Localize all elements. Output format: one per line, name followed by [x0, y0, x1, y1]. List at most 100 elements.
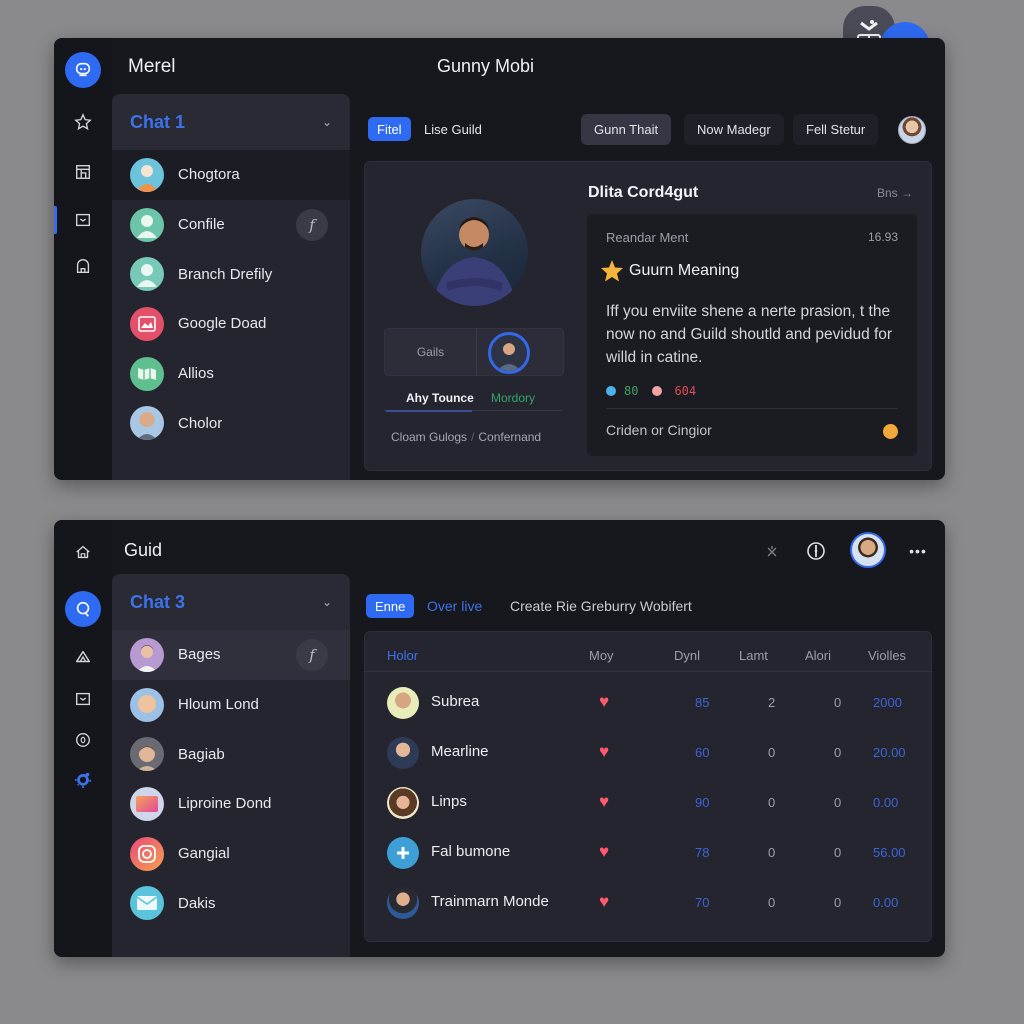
table-row[interactable]: Linps ♥ 90 0 0 0.00: [365, 778, 931, 828]
chat-name: Google Doad: [178, 315, 267, 333]
more-icon[interactable]: •••: [906, 541, 930, 561]
row-avatar: [387, 887, 419, 919]
row-name: Trainmarn Monde: [431, 893, 549, 910]
avatar-person-icon: [130, 157, 164, 192]
table-row[interactable]: Mearline ♥ 60 0 0 20.00: [365, 728, 931, 778]
column-header[interactable]: Lamt: [739, 648, 768, 663]
tab-lise-guild[interactable]: Lise Guild: [424, 122, 482, 137]
cell-alori: 0: [834, 695, 842, 710]
chat-item[interactable]: Dakis: [112, 878, 350, 928]
layout-icon[interactable]: [54, 156, 112, 188]
row-name: Linps: [431, 793, 467, 810]
chat-selector[interactable]: Chat 1 ⌄: [112, 94, 350, 150]
tab-create[interactable]: Create Rie Greburry Wobifert: [510, 598, 692, 614]
sparkle-icon[interactable]: [760, 540, 784, 564]
facebook-icon[interactable]: f: [296, 638, 328, 671]
link-confernand[interactable]: Confernand: [478, 430, 541, 444]
settings-icon[interactable]: [54, 763, 112, 795]
row-name: Mearline: [431, 743, 489, 760]
column-header[interactable]: Holor: [387, 648, 418, 663]
star-icon[interactable]: [54, 106, 112, 138]
chat-item[interactable]: Hloum Lond: [112, 680, 350, 730]
facebook-icon[interactable]: f: [296, 208, 328, 241]
chat-panel: Chat 1 ⌄ Chogtora Confile f Branch Drefi…: [112, 94, 350, 480]
heart-icon[interactable]: ♥: [599, 792, 609, 812]
chat-item[interactable]: Allios: [112, 349, 350, 399]
chat-name: Bagiab: [178, 745, 225, 763]
app-logo-icon[interactable]: [65, 52, 101, 88]
table-row[interactable]: Fal bumone ♥ 78 0 0 56.00: [365, 828, 931, 878]
cell-alori: 0: [834, 795, 842, 810]
row-name: Subrea: [431, 693, 480, 710]
chat-item[interactable]: Chogtora: [112, 150, 350, 200]
tab-active[interactable]: Fitel: [368, 117, 411, 141]
table-header: Holor Moy Dynl Lamt Alori Violles: [365, 632, 931, 672]
chat-title: Chat 3: [130, 591, 186, 612]
app-title: Guid: [124, 540, 163, 560]
header-button-1[interactable]: Gunn Thait: [581, 114, 672, 145]
cell-alori: 0: [834, 745, 842, 760]
chat-name: Bages: [178, 646, 221, 664]
header-button-2[interactable]: Now Madegr: [684, 114, 784, 145]
chat-name: Gangial: [178, 845, 230, 863]
user-avatar[interactable]: [850, 532, 886, 568]
profile-card: Gails Ahy Tounce Mordory Cloam Gulogs / Co…: [364, 161, 932, 471]
call-participant-avatar[interactable]: [488, 332, 530, 374]
chat-name: Dakis: [178, 894, 216, 912]
column-header[interactable]: Violles: [868, 648, 906, 663]
contacts-icon[interactable]: [54, 250, 112, 282]
avatar-person-icon: [130, 207, 164, 242]
group-call-box[interactable]: Gails: [384, 328, 564, 376]
home-icon[interactable]: [54, 536, 112, 568]
chat-item[interactable]: Bagiab: [112, 729, 350, 779]
heart-icon[interactable]: ♥: [599, 692, 609, 712]
heart-icon[interactable]: ♥: [599, 742, 609, 762]
mail-icon: [130, 886, 164, 921]
card-label: Reandar Ment: [606, 230, 689, 245]
cell-dynl: 78: [695, 845, 710, 860]
search-chat-icon[interactable]: [65, 591, 101, 627]
chat-name: Chogtora: [178, 166, 240, 184]
chat-selector[interactable]: Chat 3 ⌄: [112, 574, 350, 630]
chat-item[interactable]: Google Doad: [112, 299, 350, 349]
chat-panel: Chat 3 ⌄ Bages f Hloum Lond Bagiab Lipro…: [112, 574, 350, 957]
inbox-icon[interactable]: [54, 683, 112, 715]
compass-icon[interactable]: [804, 539, 828, 563]
chat-item[interactable]: Bages f: [112, 630, 350, 680]
table-row[interactable]: Subrea ♥ 85 2 0 2000: [365, 678, 931, 728]
info-icon[interactable]: [54, 724, 112, 756]
detail-title: Dlita Cord4gut: [588, 184, 699, 201]
divider: [606, 408, 898, 409]
detail-link[interactable]: Bns →: [877, 186, 913, 200]
cell-violles: 0.00: [873, 895, 899, 910]
table-row[interactable]: Trainmarn Monde ♥ 70 0 0 0.00: [365, 878, 931, 928]
column-header[interactable]: Dynl: [674, 648, 700, 663]
tab-active[interactable]: Enne: [366, 594, 415, 618]
column-header[interactable]: Moy: [589, 648, 614, 663]
avatar-image-icon: [130, 306, 164, 341]
chat-name: Hloum Lond: [178, 696, 259, 714]
chat-item[interactable]: Cholor: [112, 398, 350, 448]
chat-item[interactable]: Confile f: [112, 200, 350, 250]
cell-violles: 2000: [873, 695, 902, 710]
column-header[interactable]: Alori: [805, 648, 831, 663]
nav-rail: [54, 520, 112, 957]
link-cloam[interactable]: Cloam Gulogs: [391, 430, 467, 444]
triangle-icon[interactable]: [54, 641, 112, 673]
header-button-3[interactable]: Fell Stetur: [793, 114, 879, 145]
inbox-icon[interactable]: [54, 204, 112, 236]
avatar-map-icon: [130, 356, 164, 391]
stat-dot-red: [652, 386, 663, 396]
subtab-mordory[interactable]: Mordory: [491, 391, 535, 405]
star-icon: [601, 260, 623, 282]
heart-icon[interactable]: ♥: [599, 892, 609, 912]
cell-lamt: 0: [768, 745, 776, 760]
user-avatar[interactable]: [898, 116, 926, 144]
chat-item[interactable]: Gangial: [112, 829, 350, 879]
chat-item[interactable]: Branch Drefily: [112, 249, 350, 299]
subtab-active[interactable]: Ahy Tounce: [406, 391, 474, 405]
chat-item[interactable]: Liproine Dond: [112, 779, 350, 829]
chat-name: Liproine Dond: [178, 795, 272, 813]
tab-over-live[interactable]: Over live: [427, 598, 482, 614]
heart-icon[interactable]: ♥: [599, 842, 609, 862]
